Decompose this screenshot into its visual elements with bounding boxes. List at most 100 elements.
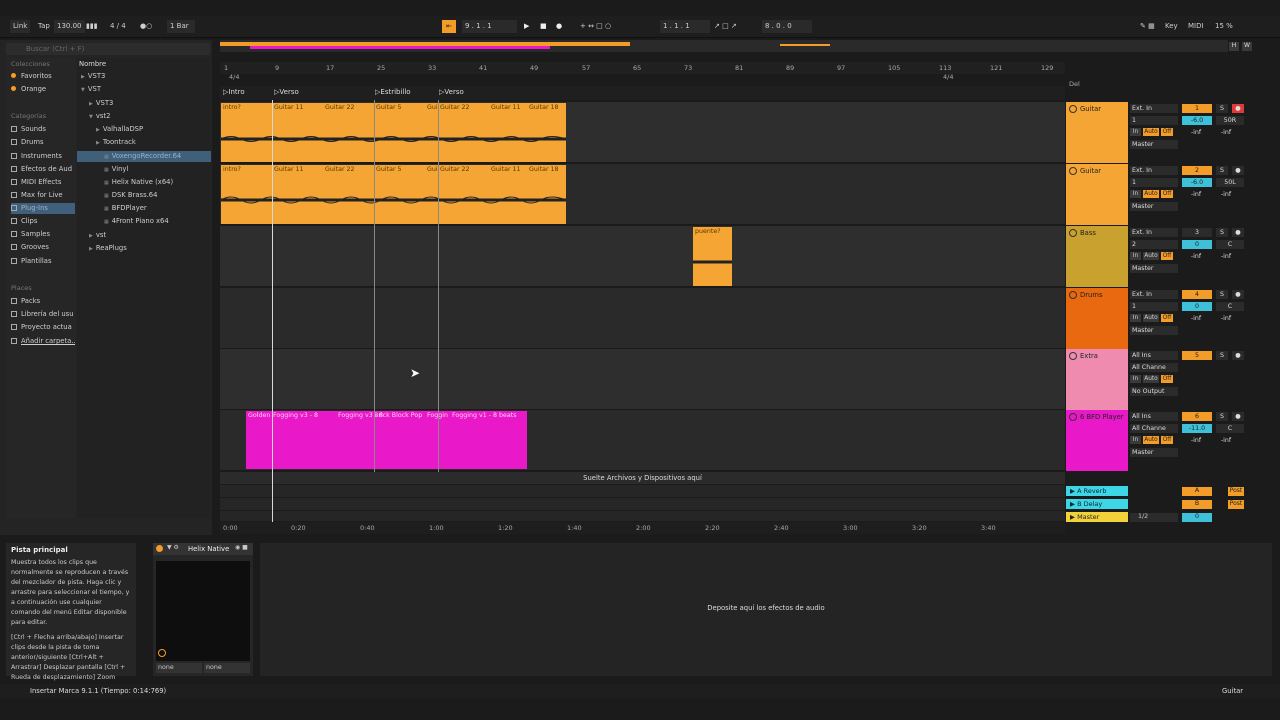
monitor-off-button[interactable]: Off (1161, 314, 1173, 322)
input-type-select[interactable]: Ext. In (1130, 104, 1178, 113)
file-item[interactable]: ▶ Toontrack (96, 137, 136, 148)
track-lane-guitar-1[interactable]: intro? Guitar 11 Guitar 22 Guitar 5 Gui … (220, 102, 1065, 163)
monitor-in-button[interactable]: In (1130, 314, 1141, 322)
loop-start-field[interactable]: 1 . 1 . 1 (660, 20, 710, 33)
plugin-display[interactable] (156, 561, 250, 661)
track-activator[interactable]: 2 (1182, 166, 1212, 175)
category-audio-effects[interactable]: Efectos de Aud (11, 164, 75, 175)
arm-button[interactable]: ● (1232, 104, 1244, 113)
time-signature-mark[interactable]: 4/4 (943, 73, 953, 81)
track-activator[interactable]: 1 (1182, 104, 1212, 113)
file-item[interactable]: ▦ 4Front Piano x64 (104, 216, 169, 227)
monitor-auto-button[interactable]: Auto (1143, 128, 1159, 136)
arm-button[interactable]: ● (1232, 166, 1244, 175)
record-dots-icon[interactable]: ●○ (140, 20, 152, 33)
category-samples[interactable]: Samples (11, 229, 75, 240)
file-item[interactable]: ▼ vst2 (89, 111, 110, 122)
input-channel-select[interactable]: All Channe (1130, 424, 1178, 433)
place-user-library[interactable]: Librería del usu (11, 309, 75, 320)
input-type-select[interactable]: All Ins (1130, 351, 1178, 360)
monitor-off-button[interactable]: Off (1161, 375, 1173, 383)
tempo-field[interactable]: 130.00 (54, 20, 85, 33)
solo-button[interactable]: S (1216, 166, 1228, 175)
place-packs[interactable]: Packs (11, 296, 75, 307)
file-item[interactable]: ▶ ValhallaDSP (96, 124, 143, 135)
quantize-select[interactable]: 1 Bar (167, 20, 195, 33)
del-label[interactable]: Del (1069, 80, 1080, 88)
monitor-auto-button[interactable]: Auto (1143, 252, 1159, 260)
metronome-icon[interactable]: ▮▮▮ (86, 20, 98, 33)
collection-favoritos[interactable]: Favoritos (11, 71, 75, 82)
track-lane-guitar-2[interactable]: intro? Guitar 11 Guitar 22 Guitar 5 Gui … (220, 164, 1065, 225)
pan-field[interactable]: 50L (1216, 178, 1244, 187)
track-activator[interactable]: 5 (1182, 351, 1212, 360)
monitor-in-button[interactable]: In (1130, 252, 1141, 260)
monitor-auto-button[interactable]: Auto (1143, 375, 1159, 383)
zoom-w-button[interactable]: W (1242, 42, 1252, 51)
monitor-in-button[interactable]: In (1130, 128, 1141, 136)
file-item-selected[interactable]: ▦ VoxengoRecorder.64 (77, 151, 211, 162)
file-item[interactable]: ▦ DSK Brass.64 (104, 190, 157, 201)
track-header-extra[interactable]: Extra (1066, 349, 1128, 410)
category-plug-ins[interactable]: Plug-Ins (11, 203, 75, 214)
position-field[interactable]: 9 . 1 . 1 (462, 20, 517, 33)
output-select[interactable]: Master (1130, 448, 1178, 457)
input-type-select[interactable]: Ext. In (1130, 228, 1178, 237)
master-track[interactable]: ▶ Master (1066, 512, 1128, 522)
locator-verso-2[interactable]: ▷Verso (439, 88, 464, 96)
volume-field[interactable]: -11.0 (1182, 424, 1212, 433)
pan-field[interactable]: C (1216, 240, 1244, 249)
search-input[interactable]: Buscar (Ctrl + F) (6, 43, 210, 55)
category-clips[interactable]: Clips (11, 216, 75, 227)
output-select[interactable]: Master (1130, 264, 1178, 273)
time-signature-mark[interactable]: 4/4 (229, 73, 239, 81)
track-lane-bfd-player[interactable]: Golden Fogging v3 - 8 Fogging v3 - 8 Bri… (220, 410, 1065, 471)
locator-estribillo[interactable]: ▷Estribillo (375, 88, 411, 96)
bar-ruler[interactable]: 1 9 17 25 33 41 49 57 65 73 81 89 97 105… (220, 62, 1065, 74)
track-lane-extra[interactable] (220, 349, 1065, 410)
output-select[interactable]: No Output (1130, 387, 1178, 396)
arm-button[interactable]: ● (1232, 290, 1244, 299)
track-header-guitar-2[interactable]: Guitar (1066, 164, 1128, 225)
input-channel-select[interactable]: 1 (1130, 302, 1178, 311)
return-track-b[interactable]: ▶ B Delay (1066, 499, 1128, 509)
pan-field[interactable]: C (1216, 302, 1244, 311)
midi-clip-group[interactable]: Golden Fogging v3 - 8 Fogging v3 - 8 Bri… (246, 411, 527, 469)
input-channel-select[interactable]: 1 (1130, 116, 1178, 125)
return-track-a[interactable]: ▶ A Reverb (1066, 486, 1128, 496)
tap-button[interactable]: Tap (38, 20, 50, 33)
track-activator[interactable]: 3 (1182, 228, 1212, 237)
knob-icon[interactable] (158, 649, 166, 657)
input-type-select[interactable]: All Ins (1130, 412, 1178, 421)
output-select[interactable]: Master (1130, 202, 1178, 211)
return-b-post-button[interactable]: Post (1228, 500, 1244, 509)
file-item[interactable]: ▦ Helix Native (x64) (104, 177, 173, 188)
locator-verso[interactable]: ▷Verso (274, 88, 299, 96)
drop-zone[interactable]: Suelte Archivos y Dispositivos aquí (220, 472, 1065, 484)
track-activator[interactable]: 4 (1182, 290, 1212, 299)
track-header-guitar-1[interactable]: Guitar (1066, 102, 1128, 163)
track-lane-drums[interactable] (220, 288, 1065, 349)
monitor-auto-button[interactable]: Auto (1143, 314, 1159, 322)
add-folder-link[interactable]: Añadir carpeta... (11, 336, 75, 347)
place-current-project[interactable]: Proyecto actua (11, 322, 75, 333)
overdub-icon[interactable]: + ↭ □ ○ (580, 20, 611, 33)
output-select[interactable]: Master (1130, 140, 1178, 149)
monitor-off-button[interactable]: Off (1161, 128, 1173, 136)
cue-out-select[interactable]: 1/2 (1130, 513, 1178, 522)
return-lane-b[interactable] (220, 498, 1065, 510)
solo-button[interactable]: S (1216, 290, 1228, 299)
arm-button[interactable]: ● (1232, 228, 1244, 237)
key-map-button[interactable]: Key (1165, 20, 1178, 33)
device-titlebar[interactable]: ▼ ⚙ Helix Native ◉ ■ (153, 543, 253, 555)
pan-field[interactable]: C (1216, 424, 1244, 433)
track-lane-bass[interactable]: puente? (220, 226, 1065, 287)
volume-field[interactable]: 0 (1182, 302, 1212, 311)
draw-icon[interactable]: ✎ ▦ (1140, 20, 1155, 33)
monitor-auto-button[interactable]: Auto (1143, 190, 1159, 198)
locator-intro[interactable]: ▷Intro (223, 88, 245, 96)
category-max-for-live[interactable]: Max for Live (11, 190, 75, 201)
volume-field[interactable]: -6.0 (1182, 178, 1212, 187)
arrangement-overview[interactable] (220, 40, 1228, 52)
track-header-bfd-player[interactable]: 6 BFD Player (1066, 410, 1128, 471)
